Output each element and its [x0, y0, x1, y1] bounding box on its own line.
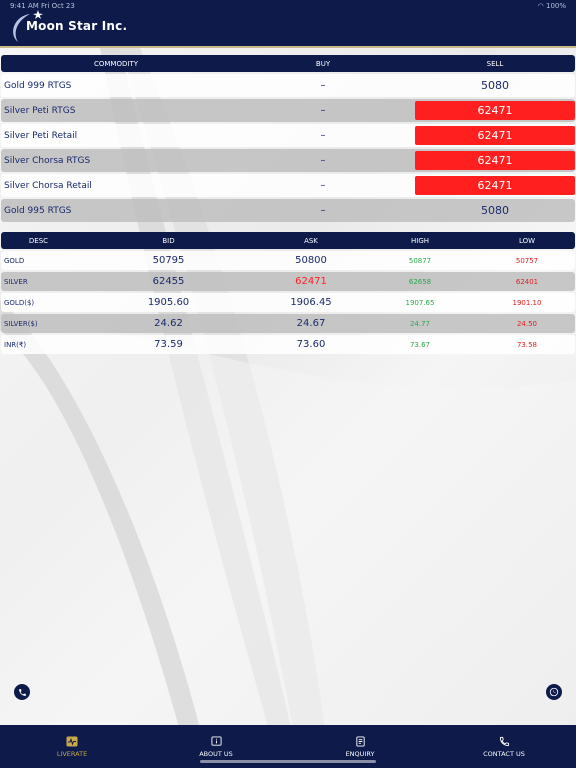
- rates-row: INR(₹) 73.59 73.60 73.67 73.58: [1, 335, 575, 354]
- sell-cell: 62471: [415, 126, 575, 145]
- app-header: 9:41 AM Fri Oct 23 ◠ 100% Moon Star Inc.: [0, 0, 576, 48]
- rate-high: 62658: [408, 277, 432, 286]
- header-bid: BID: [162, 236, 175, 245]
- rate-high: 1907.65: [405, 298, 435, 307]
- commodity-row: Silver Peti Retail – 62471: [1, 124, 575, 147]
- sell-value: 62471: [477, 154, 513, 167]
- rates-row: GOLD 50795 50800 50877 50757: [1, 251, 575, 270]
- sell-cell: 62471: [415, 151, 575, 170]
- rates-row: SILVER($) 24.62 24.67 24.77 24.50: [1, 314, 575, 333]
- header-sell: SELL: [486, 59, 504, 68]
- nav-label-enquiry: ENQUIRY: [345, 749, 375, 758]
- buy-value: –: [320, 105, 326, 116]
- rate-high: 50877: [408, 256, 432, 265]
- sell-cell: 5080: [415, 79, 575, 92]
- sell-cell: 62471: [415, 176, 575, 195]
- sell-value-highlight: 62471: [415, 101, 575, 120]
- whatsapp-icon: [549, 687, 559, 697]
- buy-value: –: [320, 155, 326, 166]
- rate-low: 73.58: [516, 340, 538, 349]
- rate-bid: 50795: [152, 255, 185, 266]
- rate-high: 24.77: [409, 319, 431, 328]
- status-battery: ◠ 100%: [538, 2, 566, 10]
- rate-bid: 62455: [152, 276, 185, 287]
- rate-ask: 62471: [295, 276, 327, 287]
- nav-label-contact-us: CONTACT US: [483, 749, 525, 758]
- home-indicator[interactable]: [200, 760, 376, 763]
- info-icon: [210, 735, 222, 746]
- battery-text: 100%: [545, 2, 566, 10]
- rate-ask: 24.67: [296, 318, 326, 329]
- rate-ask: 73.60: [296, 339, 326, 350]
- header-commodity: COMMODITY: [94, 59, 138, 68]
- brand-name: Moon Star Inc.: [26, 19, 128, 33]
- sell-cell: 62471: [415, 101, 575, 120]
- rate-bid: 1905.60: [147, 297, 190, 308]
- rate-desc: SILVER($): [4, 319, 38, 328]
- whatsapp-fab-button[interactable]: [546, 684, 562, 700]
- rate-low: 50757: [515, 256, 539, 265]
- sell-value: 62471: [477, 129, 513, 142]
- sell-value: 62471: [477, 104, 513, 117]
- liverate-icon: [66, 736, 78, 746]
- rate-desc: GOLD($): [4, 298, 35, 307]
- wifi-icon: ◠: [537, 2, 544, 10]
- nav-label-about-us: ABOUT US: [199, 749, 233, 758]
- nav-contact-us[interactable]: CONTACT US: [432, 725, 576, 768]
- commodity-name: Gold 995 RTGS: [4, 205, 72, 216]
- commodity-name: Silver Peti Retail: [4, 130, 78, 141]
- rate-low: 1901.10: [512, 298, 542, 307]
- rate-low: 62401: [515, 277, 539, 286]
- commodity-row: Silver Chorsa RTGS – 62471: [1, 149, 575, 172]
- commodity-row: Gold 995 RTGS – 5080: [1, 199, 575, 222]
- buy-value: –: [320, 80, 326, 91]
- nav-label-liverate: LIVERATE: [56, 749, 88, 758]
- commodity-row: Silver Chorsa Retail – 62471: [1, 174, 575, 197]
- nav-liverate[interactable]: LIVERATE: [0, 725, 144, 768]
- header-desc: DESC: [28, 236, 49, 245]
- commodity-row: Gold 999 RTGS – 5080: [1, 74, 575, 97]
- buy-value: –: [320, 180, 326, 191]
- rate-ask: 50800: [295, 255, 327, 266]
- header-buy: BUY: [315, 59, 331, 68]
- rates-row: GOLD($) 1905.60 1906.45 1907.65 1901.10: [1, 293, 575, 312]
- commodity-table: COMMODITY BUY SELL Gold 999 RTGS – 5080 Sil…: [1, 55, 575, 222]
- document-icon: [355, 735, 365, 747]
- rates-table-header: DESC BID ASK HIGH LOW: [1, 232, 575, 249]
- sell-value: 5080: [481, 79, 509, 92]
- commodity-name: Silver Chorsa Retail: [4, 180, 92, 191]
- sell-value-highlight: 62471: [415, 151, 575, 170]
- commodity-name: Gold 999 RTGS: [4, 80, 72, 91]
- header-low: LOW: [518, 236, 536, 245]
- rate-bid: 73.59: [154, 339, 183, 350]
- rate-ask: 1906.45: [290, 297, 332, 308]
- rate-low: 24.50: [516, 319, 538, 328]
- phone-icon: [18, 688, 26, 696]
- rate-high: 73.67: [409, 340, 431, 349]
- commodity-name: Silver Peti RTGS: [4, 105, 76, 116]
- commodity-row: Silver Peti RTGS – 62471: [1, 99, 575, 122]
- buy-value: –: [320, 205, 326, 216]
- header-high: HIGH: [410, 236, 430, 245]
- rate-desc: GOLD: [4, 256, 25, 265]
- rate-desc: INR(₹): [4, 340, 27, 349]
- sell-value: 5080: [481, 204, 509, 217]
- commodity-table-header: COMMODITY BUY SELL: [1, 55, 575, 72]
- rates-table: DESC BID ASK HIGH LOW GOLD 50795 50800 5087…: [1, 232, 575, 354]
- commodity-name: Silver Chorsa RTGS: [4, 155, 91, 166]
- sell-value-highlight: 62471: [415, 176, 575, 195]
- rate-desc: SILVER: [4, 277, 28, 286]
- rate-bid: 24.62: [154, 318, 183, 329]
- rates-row: SILVER 62455 62471 62658 62401: [1, 272, 575, 291]
- header-ask: ASK: [304, 236, 318, 245]
- buy-value: –: [320, 130, 326, 141]
- phone-icon: [499, 736, 509, 746]
- sell-cell: 5080: [415, 204, 575, 217]
- sell-value: 62471: [477, 179, 513, 192]
- sell-value-highlight: 62471: [415, 126, 575, 145]
- call-fab-button[interactable]: [14, 684, 30, 700]
